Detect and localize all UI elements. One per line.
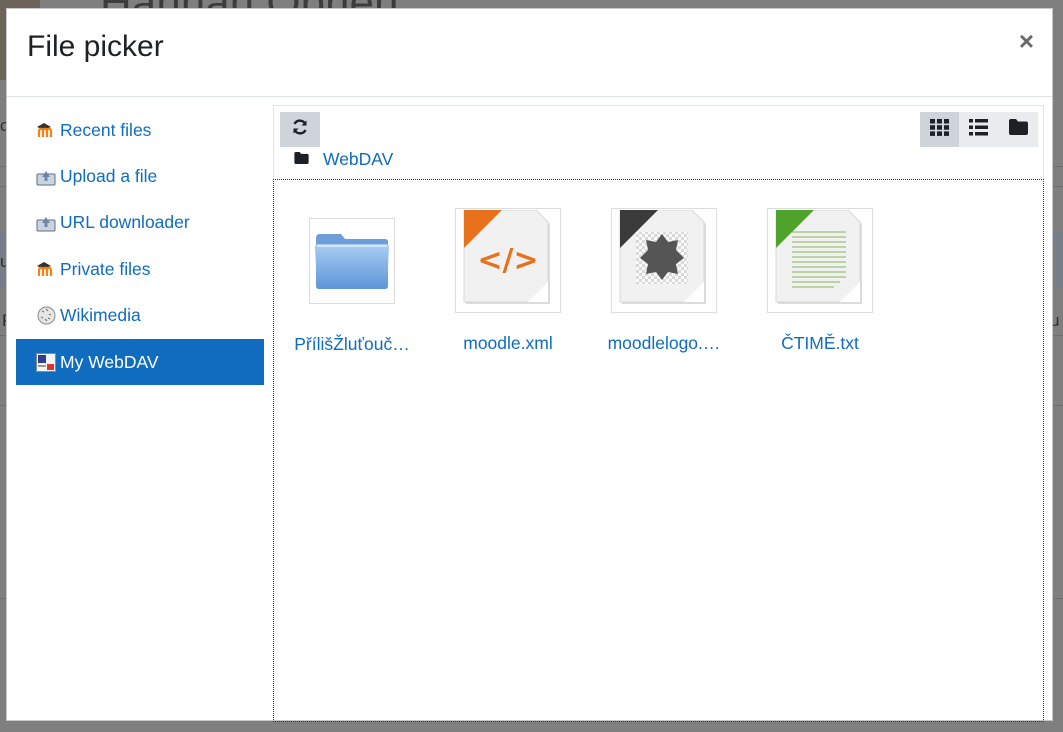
sidebar-item-label: My WebDAV — [60, 351, 159, 372]
url-download-icon — [36, 213, 56, 233]
folder-icon — [313, 226, 391, 297]
file-name: PřílišŽluťouč… — [294, 334, 410, 354]
dialog-header: File picker × — [7, 9, 1052, 97]
grid-view-icon — [929, 118, 949, 141]
file-name: moodlelogo.… — [607, 333, 721, 353]
sidebar-item-my-webdav[interactable]: My WebDAV — [16, 338, 264, 386]
sidebar-item-label: Recent files — [60, 119, 152, 140]
sidebar-item-private-files[interactable]: Private files — [16, 246, 264, 292]
file-toolbar: WebDAV — [273, 105, 1044, 179]
sidebar-item-recent-files[interactable]: Recent files — [16, 107, 264, 153]
sidebar-item-url-downloader[interactable]: URL downloader — [16, 200, 264, 246]
file-name: ČTIMĚ.txt — [781, 333, 859, 353]
svg-text:</>: </> — [477, 243, 538, 278]
sidebar-item-label: URL downloader — [60, 212, 190, 233]
grid-view-button[interactable] — [919, 112, 959, 147]
sidebar-item-label: Private files — [60, 258, 151, 279]
refresh-icon — [291, 118, 309, 141]
sidebar-item-label: Upload a file — [60, 166, 158, 187]
sidebar-item-wikimedia[interactable]: Wikimedia — [16, 293, 264, 339]
upload-icon — [36, 167, 56, 187]
list-view-icon — [969, 118, 989, 141]
file-picker-dialog: File picker × Recent files Upload a file — [6, 8, 1053, 722]
file-item-text[interactable]: ČTIMĚ.txt — [750, 208, 890, 354]
xml-file-icon: </> — [462, 209, 554, 311]
file-name: moodle.xml — [463, 333, 553, 353]
file-browser-panel: WebDAV PřílišŽluťouč… </> moodle.xml moo… — [273, 105, 1044, 722]
moodle-icon — [36, 120, 56, 140]
file-item-xml[interactable]: </> moodle.xml — [438, 208, 578, 354]
text-file-icon — [774, 209, 866, 311]
breadcrumb: WebDAV — [294, 149, 393, 170]
xml-thumbnail: </> — [455, 208, 561, 313]
moodle-icon — [36, 259, 56, 279]
refresh-button[interactable] — [280, 112, 320, 147]
view-switcher — [919, 112, 1038, 147]
repository-sidebar: Recent files Upload a file URL downloade… — [16, 107, 264, 386]
sidebar-item-upload-a-file[interactable]: Upload a file — [16, 153, 264, 199]
file-grid: PřílišŽluťouč… </> moodle.xml moodlelogo… — [273, 179, 1044, 722]
folder-thumbnail — [309, 218, 395, 304]
sidebar-item-label: Wikimedia — [60, 305, 141, 326]
close-button[interactable]: × — [1019, 27, 1034, 55]
folder-icon — [294, 151, 309, 169]
list-view-button[interactable] — [959, 112, 999, 147]
wikimedia-icon — [36, 306, 56, 326]
image-thumbnail — [611, 208, 717, 313]
image-file-icon — [618, 209, 710, 311]
folder-view-icon — [1008, 119, 1028, 140]
file-item-image[interactable]: moodlelogo.… — [594, 208, 734, 354]
file-item-folder[interactable]: PřílišŽluťouč… — [282, 208, 422, 355]
breadcrumb-webdav-link[interactable]: WebDAV — [323, 149, 393, 170]
text-thumbnail — [767, 208, 873, 313]
webdav-icon — [36, 352, 56, 372]
dialog-title: File picker — [27, 30, 164, 63]
folder-view-button[interactable] — [998, 112, 1038, 147]
